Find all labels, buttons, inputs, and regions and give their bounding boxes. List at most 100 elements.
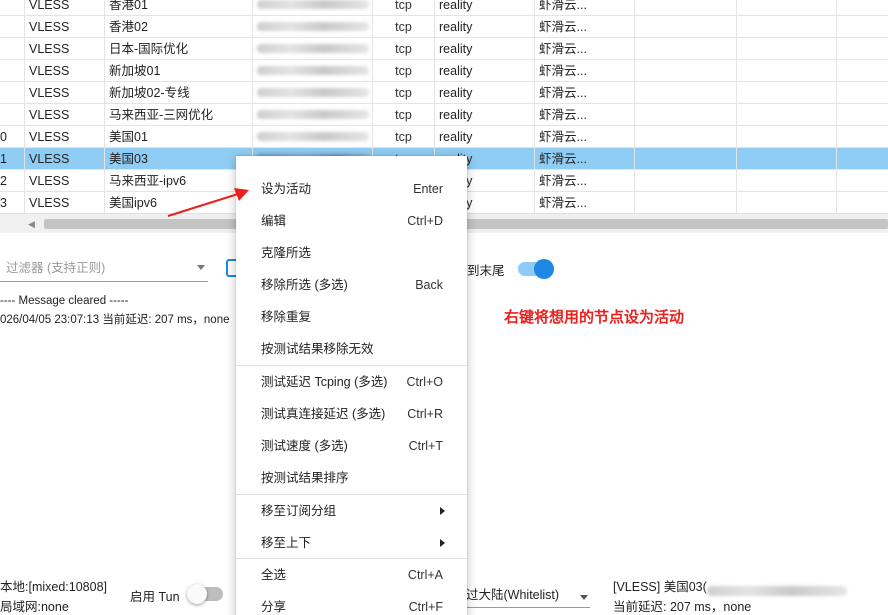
cell-net: tcp: [373, 82, 435, 104]
menu-item-shortcut: Back: [415, 278, 443, 292]
tun-label: 启用 Tun: [130, 590, 180, 604]
autoscroll-label: 到末尾: [467, 264, 505, 278]
filter-input[interactable]: 过滤器 (支持正则): [0, 254, 208, 282]
cell-sub: 虾滑云...: [535, 60, 635, 82]
menu-item[interactable]: 分享 Ctrl+F: [236, 591, 467, 615]
cell-address: [253, 104, 373, 126]
cell-security: reality: [435, 82, 535, 104]
redacted-address: [257, 132, 369, 141]
cell-empty: [737, 0, 837, 16]
table-row[interactable]: VLESS 香港02 tcp reality 虾滑云...: [0, 16, 888, 38]
cell-empty: [635, 170, 737, 192]
cell-empty: [837, 104, 888, 126]
menu-item[interactable]: 移除所选 (多选) Back: [236, 269, 467, 301]
menu-item[interactable]: 克隆所选: [236, 237, 467, 269]
table-row[interactable]: VLESS 香港01 tcp reality 虾滑云...: [0, 0, 888, 16]
cell-empty: [737, 148, 837, 170]
cell-type: VLESS: [25, 126, 105, 148]
menu-item-label: 测试速度 (多选): [261, 439, 348, 453]
menu-item[interactable]: 测试速度 (多选) Ctrl+T: [236, 430, 467, 462]
tun-toggle[interactable]: [187, 584, 223, 604]
cell-empty: [635, 148, 737, 170]
menu-separator: [236, 558, 467, 559]
chevron-down-icon[interactable]: [580, 595, 588, 600]
table-row[interactable]: VLESS 新加坡01 tcp reality 虾滑云...: [0, 60, 888, 82]
routing-select[interactable]: 过大陆(Whitelist): [466, 583, 590, 608]
cell-empty: [837, 192, 888, 214]
cell-empty: [635, 0, 737, 16]
cell-net: tcp: [373, 16, 435, 38]
cell-name: 新加坡02-专线: [105, 82, 253, 104]
menu-item-label: 移至订阅分组: [261, 504, 337, 518]
status-server: [VLESS] 美国03(: [613, 576, 847, 596]
cell-sub: 虾滑云...: [535, 170, 635, 192]
cell-empty: [837, 82, 888, 104]
chevron-down-icon[interactable]: [197, 265, 205, 270]
menu-item-shortcut: Enter: [413, 182, 443, 196]
cell-name: 新加坡01: [105, 60, 253, 82]
cell-security: reality: [435, 60, 535, 82]
menu-item[interactable]: 移至订阅分组: [236, 495, 467, 527]
cell-empty: [635, 82, 737, 104]
cell-empty: [737, 170, 837, 192]
cell-empty: [837, 38, 888, 60]
cell-idx: 0: [0, 126, 25, 148]
cell-name: 美国ipv6: [105, 192, 253, 214]
cell-empty: [737, 192, 837, 214]
menu-item[interactable]: 全选 Ctrl+A: [236, 559, 467, 591]
log-message: 026/04/05 23:07:13 当前延迟: 207 ms，none: [0, 314, 230, 326]
cell-empty: [635, 60, 737, 82]
table-row[interactable]: 0 VLESS 美国01 tcp reality 虾滑云...: [0, 126, 888, 148]
cell-address: [253, 126, 373, 148]
menu-item-label: 全选: [261, 568, 287, 582]
submenu-arrow-icon: [440, 507, 445, 515]
toggle-knob: [187, 584, 207, 604]
menu-item-shortcut: Ctrl+F: [408, 600, 443, 614]
cell-net: tcp: [373, 38, 435, 60]
cell-sub: 虾滑云...: [535, 148, 635, 170]
status-server-text: [VLESS] 美国03(: [613, 580, 707, 594]
status-local-port: 本地:[mixed:10808]: [0, 580, 107, 594]
table-row[interactable]: VLESS 马来西亚-三网优化 tcp reality 虾滑云...: [0, 104, 888, 126]
cell-name: 马来西亚-三网优化: [105, 104, 253, 126]
table-row[interactable]: VLESS 日本-国际优化 tcp reality 虾滑云...: [0, 38, 888, 60]
cell-idx: [0, 82, 25, 104]
menu-item-label: 移至上下: [261, 536, 312, 550]
menu-separator: [236, 365, 467, 366]
toggle-knob: [534, 259, 554, 279]
redacted-address: [257, 110, 369, 119]
cell-net: tcp: [373, 126, 435, 148]
menu-item-label: 编辑: [261, 214, 287, 228]
cell-name: 日本-国际优化: [105, 38, 253, 60]
cell-security: reality: [435, 0, 535, 16]
cell-type: VLESS: [25, 60, 105, 82]
cell-idx: [0, 38, 25, 60]
autoscroll-toggle[interactable]: [518, 259, 554, 279]
cell-sub: 虾滑云...: [535, 82, 635, 104]
cell-idx: [0, 0, 25, 16]
cell-empty: [737, 104, 837, 126]
menu-item[interactable]: 按测试结果排序: [236, 462, 467, 494]
menu-item[interactable]: 移至上下: [236, 527, 467, 559]
menu-item[interactable]: 移除重复: [236, 301, 467, 333]
menu-item[interactable]: 测试延迟 Tcping (多选) Ctrl+O: [236, 366, 467, 398]
cell-name: 香港01: [105, 0, 253, 16]
status-delay: 当前延迟: 207 ms，none: [613, 600, 752, 614]
menu-item[interactable]: 按测试结果移除无效: [236, 333, 467, 365]
cell-sub: 虾滑云...: [535, 104, 635, 126]
cell-address: [253, 60, 373, 82]
scroll-left-icon[interactable]: ◀: [28, 218, 38, 230]
log-message: ---- Message cleared -----: [0, 295, 129, 307]
cell-sub: 虾滑云...: [535, 16, 635, 38]
cell-empty: [635, 104, 737, 126]
table-row[interactable]: VLESS 新加坡02-专线 tcp reality 虾滑云...: [0, 82, 888, 104]
menu-item[interactable]: 设为活动 Enter: [236, 173, 467, 205]
menu-item[interactable]: 测试真连接延迟 (多选) Ctrl+R: [236, 398, 467, 430]
cell-empty: [837, 126, 888, 148]
cell-type: VLESS: [25, 148, 105, 170]
cell-name: 香港02: [105, 16, 253, 38]
menu-item[interactable]: 编辑 Ctrl+D: [236, 205, 467, 237]
cell-address: [253, 38, 373, 60]
cell-sub: 虾滑云...: [535, 192, 635, 214]
menu-item-shortcut: Ctrl+T: [408, 439, 443, 453]
